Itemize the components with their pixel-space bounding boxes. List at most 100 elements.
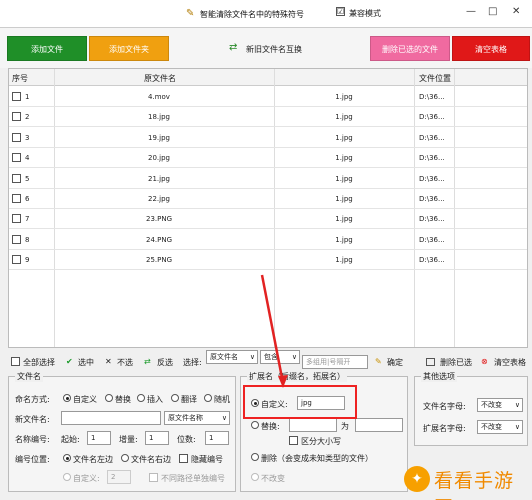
step-input[interactable]: 1	[145, 431, 169, 445]
naming-insert-radio[interactable]	[137, 394, 145, 402]
table-row[interactable]: 3 19.jpg 1.jpg D:\36...	[9, 128, 527, 148]
row-checkbox[interactable]	[12, 234, 21, 244]
row-checkbox[interactable]	[12, 173, 21, 183]
ext-replace-radio[interactable]	[251, 421, 259, 429]
match-keyword-input[interactable]: 多组用|号隔开	[302, 355, 368, 369]
add-folder-button[interactable]: 添加文件夹	[89, 36, 169, 61]
naming-translate-label: 翻译	[181, 395, 197, 404]
select-button[interactable]: 选中	[78, 357, 94, 368]
hide-number-checkbox[interactable]	[179, 454, 188, 463]
ext-replace-from-input[interactable]	[289, 418, 337, 432]
pos-right-label: 文件名右边	[131, 455, 171, 464]
delete-selected-button[interactable]: 删除已选	[440, 357, 472, 368]
row-checkbox[interactable]	[12, 194, 21, 203]
table-row[interactable]: 6 22.jpg 1.jpg D:\36...	[9, 189, 527, 209]
clear-icon: ⊗	[481, 357, 488, 366]
close-button[interactable]: ✕	[512, 6, 520, 17]
maximize-button[interactable]: □	[488, 6, 497, 17]
row-original-name: 24.PNG	[145, 235, 172, 244]
row-index: 6	[25, 195, 30, 203]
table-row[interactable]: 7 23.PNG 1.jpg D:\36...	[9, 209, 527, 230]
naming-translate-radio[interactable]	[171, 394, 179, 402]
select-all-checkbox[interactable]	[11, 357, 20, 366]
ext-replace-to-input[interactable]	[355, 418, 403, 432]
cross-icon: ✕	[105, 357, 112, 366]
header-original-name: 原文件名	[144, 74, 176, 83]
custom-position-radio[interactable]	[63, 473, 71, 481]
select-all-label[interactable]: 全部选择	[23, 357, 55, 368]
ext-replace-label: 替换:	[261, 422, 280, 431]
add-file-button[interactable]: 添加文件	[7, 36, 87, 61]
row-index: 2	[25, 113, 30, 122]
table-row[interactable]: 5 21.jpg 1.jpg D:\36...	[9, 169, 527, 189]
row-location: D:\36...	[419, 235, 445, 244]
swap-names-button[interactable]: 新旧文件名互换	[246, 44, 302, 55]
invert-icon: ⇄	[144, 357, 151, 366]
confirm-button[interactable]: 确定	[387, 357, 403, 368]
row-new-name: 1.jpg	[335, 195, 353, 203]
row-checkbox[interactable]	[12, 153, 21, 163]
step-label: 增量:	[119, 435, 138, 444]
filename-case-label: 文件名字母:	[423, 402, 466, 411]
row-original-name: 19.jpg	[148, 133, 170, 142]
filename-case-select[interactable]: 不改变	[477, 398, 523, 412]
new-name-input[interactable]	[61, 411, 161, 425]
table-header: 序号 原文件名 文件位置	[9, 69, 527, 86]
separate-numbering-checkbox[interactable]	[149, 473, 158, 482]
filename-panel-title: 文件名	[15, 371, 43, 382]
table-row[interactable]: 4 20.jpg 1.jpg D:\36...	[9, 148, 527, 169]
naming-random-radio[interactable]	[204, 394, 212, 402]
header-location: 文件位置	[419, 74, 451, 83]
table-row[interactable]: 2 18.jpg 1.jpg D:\36...	[9, 107, 527, 128]
row-location: D:\36...	[419, 215, 445, 224]
watermark-text: 看看手游网	[434, 470, 515, 500]
custom-position-label: 自定义:	[73, 474, 100, 483]
check-icon: ✔	[66, 357, 73, 366]
row-original-name: 20.jpg	[148, 154, 170, 163]
case-sensitive-checkbox[interactable]	[289, 436, 298, 445]
file-table: 序号 原文件名 文件位置 1 4.mov 1.jpg D:\36... 2 18.jpg 1…	[8, 68, 528, 348]
table-row[interactable]: 8 24.PNG 1.jpg D:\36...	[9, 230, 527, 250]
header-index: 序号	[12, 74, 28, 83]
row-checkbox[interactable]	[12, 214, 21, 224]
compat-mode-checkbox[interactable]: ☑	[336, 7, 345, 16]
ext-unchanged-radio[interactable]	[251, 473, 259, 481]
window-title: 智能清除文件名中的特殊符号	[200, 10, 304, 19]
magic-wand-icon: ✎	[186, 8, 195, 19]
delete-selected-files-button[interactable]: 删除已选的文件	[370, 36, 450, 61]
naming-mode-label: 命名方式:	[15, 395, 50, 404]
pos-left-radio[interactable]	[63, 454, 71, 462]
row-checkbox[interactable]	[12, 255, 21, 265]
new-name-select[interactable]: 原文件名称	[164, 411, 230, 425]
ext-delete-radio[interactable]	[251, 453, 259, 461]
table-row[interactable]: 9 25.PNG 1.jpg D:\36...	[9, 250, 527, 271]
ext-case-select[interactable]: 不改变	[477, 420, 523, 434]
clear-table-small-button[interactable]: 清空表格	[494, 357, 526, 368]
start-input[interactable]: 1	[87, 431, 111, 445]
table-row[interactable]: 1 4.mov 1.jpg D:\36...	[9, 87, 527, 107]
naming-custom-radio[interactable]	[63, 394, 71, 402]
naming-replace-radio[interactable]	[105, 394, 113, 402]
row-new-name: 1.jpg	[335, 235, 353, 244]
ext-to-label: 为	[341, 422, 349, 431]
clear-table-button[interactable]: 清空表格	[452, 36, 530, 61]
choose-field-select[interactable]: 原文件名	[206, 350, 258, 364]
deselect-button[interactable]: 不选	[117, 357, 133, 368]
row-checkbox[interactable]	[12, 112, 21, 122]
invert-button[interactable]: 反选	[157, 357, 173, 368]
naming-random-label: 随机	[214, 395, 230, 404]
custom-position-input[interactable]: 2	[107, 470, 131, 484]
row-checkbox[interactable]	[12, 132, 21, 142]
delete-icon	[426, 358, 435, 366]
row-new-name: 1.jpg	[335, 113, 353, 122]
row-index: 1	[25, 93, 30, 101]
match-mode-select[interactable]: 包含	[260, 350, 300, 364]
row-index: 5	[25, 174, 30, 183]
row-checkbox[interactable]	[12, 92, 21, 101]
pos-left-label: 文件名左边	[73, 455, 113, 464]
minimize-button[interactable]: —	[466, 6, 476, 17]
row-original-name: 22.jpg	[148, 195, 170, 203]
row-location: D:\36...	[419, 154, 445, 163]
pos-right-radio[interactable]	[121, 454, 129, 462]
digits-input[interactable]: 1	[205, 431, 229, 445]
